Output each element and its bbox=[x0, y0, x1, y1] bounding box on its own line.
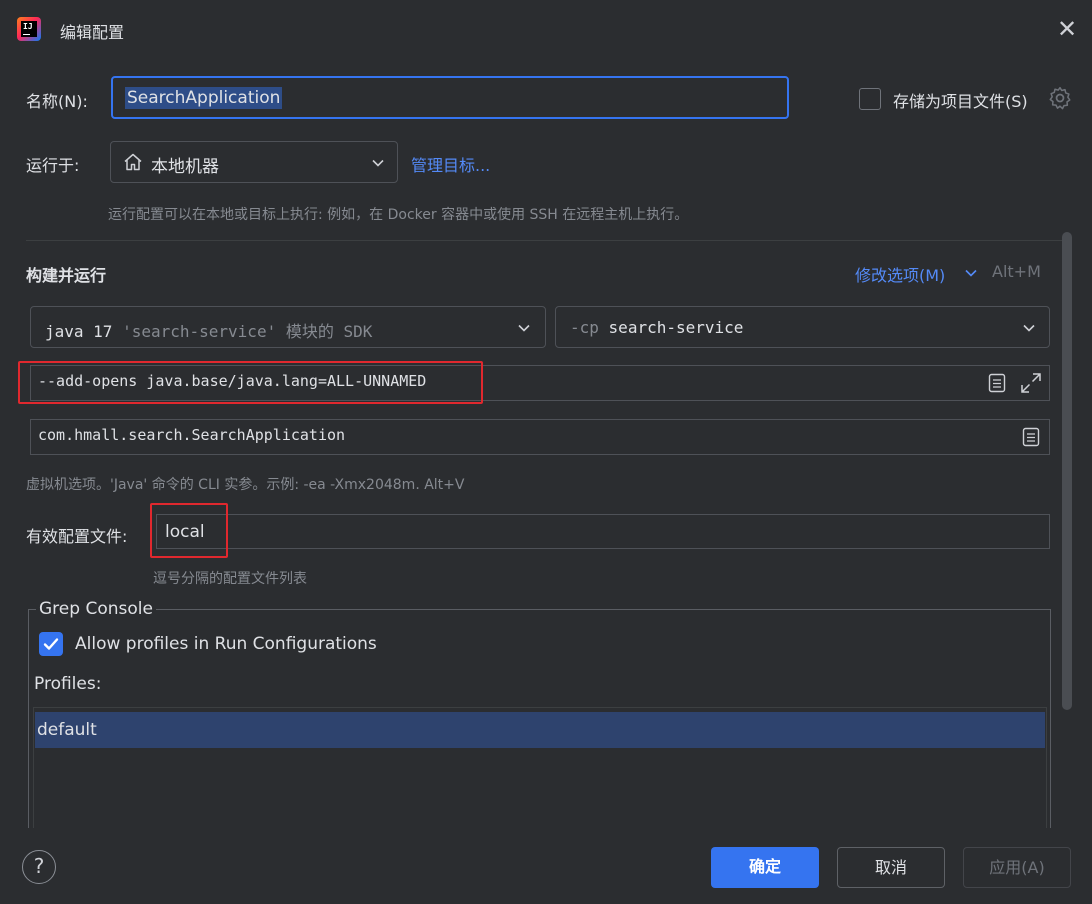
modify-options-shortcut: Alt+M bbox=[992, 262, 1041, 281]
vm-options-hint: 虚拟机选项。'Java' 命令的 CLI 实参。示例: -ea -Xmx2048… bbox=[26, 477, 465, 493]
active-profiles-highlight-box bbox=[150, 503, 228, 558]
cancel-button[interactable]: 取消 bbox=[837, 847, 945, 888]
classpath-flag: -cp bbox=[570, 318, 599, 337]
run-on-dropdown[interactable]: 本地机器 bbox=[110, 141, 398, 183]
chevron-down-icon bbox=[518, 324, 530, 332]
apply-button[interactable]: 应用(A) bbox=[963, 847, 1071, 888]
grep-console-legend: Grep Console bbox=[36, 599, 156, 619]
run-on-label: 运行于: bbox=[26, 156, 80, 175]
intellij-app-icon: IJ bbox=[17, 17, 41, 41]
sdk-main: java 17 bbox=[45, 322, 113, 341]
allow-profiles-checkbox[interactable] bbox=[39, 632, 63, 656]
classpath-dropdown[interactable]: -cp search-service bbox=[555, 306, 1050, 348]
document-icon[interactable] bbox=[988, 373, 1006, 393]
name-input-value: SearchApplication bbox=[125, 87, 283, 109]
modify-options-link[interactable]: 修改选项(M) bbox=[855, 262, 945, 286]
gear-icon[interactable] bbox=[1047, 85, 1073, 111]
chevron-down-icon bbox=[1023, 324, 1035, 332]
sdk-dropdown[interactable]: java 17 'search-service' 模块的 SDK bbox=[30, 306, 546, 348]
main-class-value: com.hmall.search.SearchApplication bbox=[38, 426, 346, 444]
window-title: 编辑配置 bbox=[60, 23, 125, 42]
run-on-hint: 运行配置可以在本地或目标上执行: 例如，在 Docker 容器中或使用 SSH … bbox=[108, 207, 689, 223]
store-project-file-label[interactable]: 存储为项目文件(S) bbox=[893, 88, 1028, 112]
list-item[interactable]: default bbox=[35, 712, 1045, 748]
ok-button[interactable]: 确定 bbox=[711, 847, 819, 888]
help-icon[interactable]: ? bbox=[22, 850, 56, 884]
run-on-value: 本地机器 bbox=[151, 157, 219, 177]
home-icon bbox=[124, 153, 142, 171]
manage-targets-link[interactable]: 管理目标... bbox=[411, 152, 490, 176]
modify-options-chevron-icon[interactable] bbox=[964, 268, 978, 278]
checkmark-icon bbox=[43, 638, 59, 650]
sdk-detail: 'search-service' 模块的 SDK bbox=[122, 322, 373, 341]
active-profiles-label: 有效配置文件: bbox=[26, 527, 128, 546]
active-profiles-input[interactable]: local bbox=[156, 514, 1050, 549]
scrollbar[interactable] bbox=[1062, 232, 1072, 710]
profiles-label: Profiles: bbox=[34, 674, 102, 694]
chevron-down-icon bbox=[372, 159, 384, 167]
name-label: 名称(N): bbox=[26, 92, 88, 111]
title-bar: IJ 编辑配置 ✕ bbox=[0, 0, 1092, 58]
document-icon[interactable] bbox=[1022, 427, 1040, 447]
section-divider bbox=[26, 240, 1066, 241]
expand-icon[interactable] bbox=[1020, 372, 1042, 394]
active-profiles-hint: 逗号分隔的配置文件列表 bbox=[153, 571, 307, 587]
allow-profiles-label[interactable]: Allow profiles in Run Configurations bbox=[75, 634, 377, 654]
name-input[interactable]: SearchApplication bbox=[111, 76, 789, 119]
main-class-input[interactable]: com.hmall.search.SearchApplication bbox=[30, 419, 1050, 455]
close-icon[interactable]: ✕ bbox=[1054, 16, 1080, 42]
profile-name: default bbox=[37, 720, 97, 740]
store-project-file-checkbox[interactable] bbox=[859, 88, 881, 110]
build-run-title: 构建并运行 bbox=[26, 266, 107, 285]
classpath-module: search-service bbox=[608, 318, 744, 337]
vm-options-highlight-box bbox=[18, 361, 483, 404]
